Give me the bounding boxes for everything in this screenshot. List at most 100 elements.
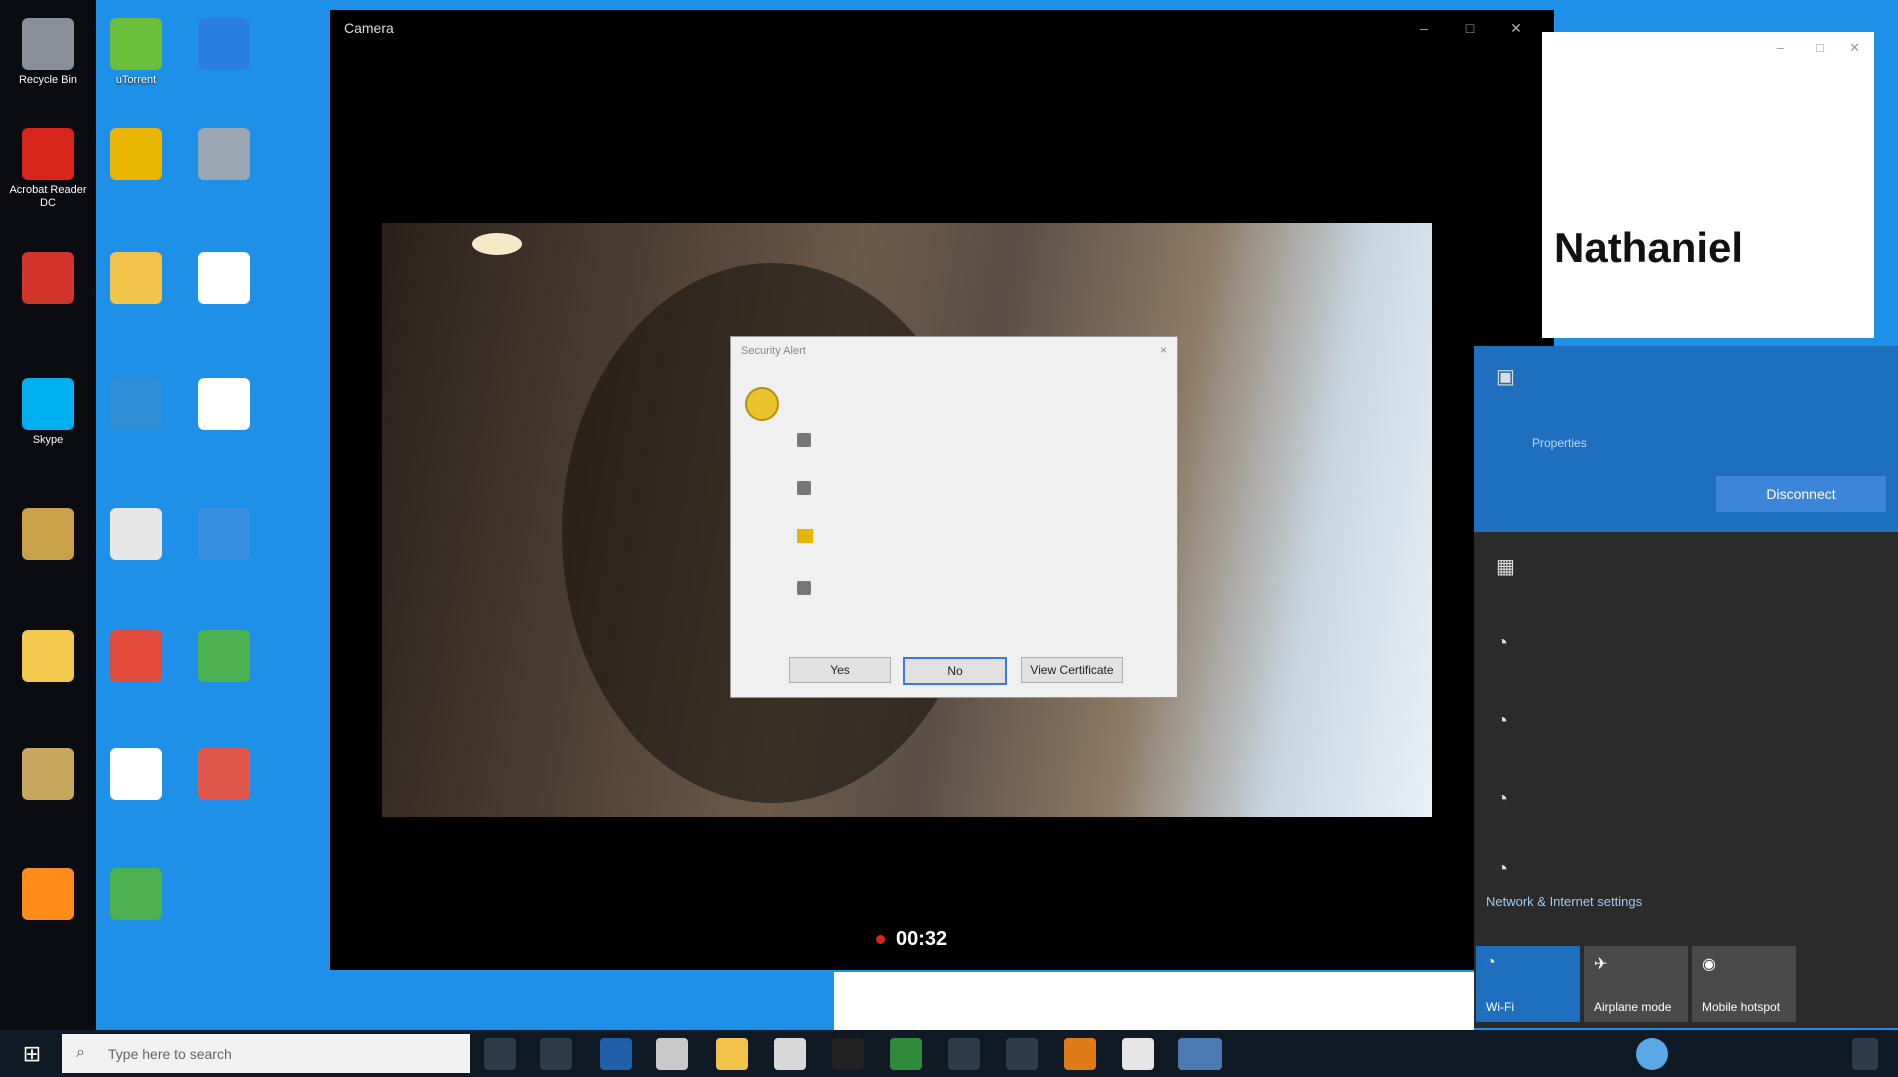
properties-link[interactable]: Properties [1532, 436, 1587, 450]
taskbar-app-icon[interactable] [832, 1038, 864, 1070]
app-icon [198, 128, 250, 180]
yes-button[interactable]: Yes [789, 657, 891, 683]
dialog-close-button[interactable]: × [1160, 343, 1167, 357]
desktop-icon-label: Skype [32, 434, 64, 446]
ceiling-light [472, 233, 522, 255]
close-button[interactable]: ✕ [1506, 18, 1526, 38]
desktop-icon[interactable] [8, 252, 88, 308]
app-icon [110, 748, 162, 800]
desktop-icon[interactable] [96, 748, 176, 804]
info-icon [797, 481, 811, 495]
network-settings-link[interactable]: Network & Internet settings [1486, 894, 1642, 909]
desktop-icon[interactable] [184, 508, 264, 564]
maximize-button[interactable]: □ [1460, 18, 1480, 38]
desktop-icon[interactable]: uTorrent [96, 18, 176, 87]
app-icon [198, 378, 250, 430]
wifi-toggle-tile[interactable]: ◔ Wi-Fi [1476, 946, 1580, 1022]
note-name-text: Nathaniel [1554, 224, 1744, 271]
airplane-mode-tile[interactable]: ✈ Airplane mode [1584, 946, 1688, 1022]
app-icon [22, 630, 74, 682]
app-icon [22, 128, 74, 180]
info-icon [797, 581, 811, 595]
action-center-icon[interactable] [1852, 1038, 1878, 1070]
maximize-button[interactable]: □ [1816, 40, 1824, 55]
mail-icon[interactable] [774, 1038, 806, 1070]
wifi-icon: ◔ [1496, 788, 1509, 810]
no-button[interactable]: No [903, 657, 1007, 685]
close-button[interactable]: ✕ [1849, 40, 1860, 56]
desktop-icon[interactable] [184, 378, 264, 434]
wifi-icon: ◔ [1496, 710, 1509, 732]
recording-timer: 00:32 [896, 928, 948, 950]
minimize-button[interactable]: – [1777, 40, 1784, 55]
desktop-icon[interactable] [8, 508, 88, 564]
desktop-icon[interactable] [8, 748, 88, 804]
task-view-icon[interactable] [484, 1038, 516, 1070]
desktop-icon-label: Acrobat Reader DC [9, 184, 87, 209]
desktop-icon[interactable]: Recycle Bin [8, 18, 88, 87]
active-app-icon[interactable] [1178, 1038, 1222, 1070]
app-icon [110, 508, 162, 560]
airplane-icon: ✈ [1594, 956, 1608, 973]
camera-titlebar: Camera – □ ✕ [330, 10, 1554, 46]
app-icon [110, 868, 162, 920]
network-icon: ▦ [1496, 556, 1515, 578]
warning-icon [797, 529, 813, 543]
taskbar-app-icon[interactable] [948, 1038, 980, 1070]
connected-network[interactable]: ▣ Properties Disconnect [1474, 346, 1898, 532]
desktop-icon[interactable] [184, 128, 264, 184]
wifi-icon: ◔ [1496, 858, 1509, 880]
desktop-icon[interactable] [184, 630, 264, 686]
ethernet-icon: ▣ [1496, 366, 1515, 388]
excel-icon[interactable] [890, 1038, 922, 1070]
network-list-item[interactable]: ◔ [1474, 840, 1898, 890]
hotspot-icon: ◉ [1702, 956, 1716, 973]
desktop-icon-label: Recycle Bin [18, 74, 78, 86]
app-icon [198, 748, 250, 800]
desktop-icon[interactable] [96, 128, 176, 184]
network-list-item[interactable]: ◔ [1474, 770, 1898, 844]
desktop-icon[interactable] [8, 868, 88, 924]
network-list-item[interactable]: ◔ [1474, 614, 1898, 688]
app-icon [110, 18, 162, 70]
app-icon [198, 18, 250, 70]
vlc-icon[interactable] [1064, 1038, 1096, 1070]
view-certificate-button[interactable]: View Certificate [1021, 657, 1123, 683]
desktop-icon[interactable] [8, 630, 88, 686]
desktop-icon-label: uTorrent [115, 74, 157, 86]
minimize-button[interactable]: – [1414, 18, 1434, 38]
desktop-icon[interactable]: Skype [8, 378, 88, 447]
edge-icon[interactable] [600, 1038, 632, 1070]
app-icon [22, 252, 74, 304]
network-list-item[interactable]: ◔ [1474, 692, 1898, 766]
store-icon[interactable] [656, 1038, 688, 1070]
start-button[interactable]: ⊞ [18, 1040, 46, 1068]
desktop-icon[interactable] [184, 252, 264, 308]
camera-icon[interactable] [1122, 1038, 1154, 1070]
desktop-icon[interactable] [96, 252, 176, 308]
taskbar: ⊞ ⌕ Type here to search [0, 1030, 1898, 1077]
network-tray-icon[interactable] [1636, 1038, 1668, 1070]
app-icon [110, 252, 162, 304]
disconnect-button[interactable]: Disconnect [1716, 476, 1886, 512]
mobile-hotspot-tile[interactable]: ◉ Mobile hotspot [1692, 946, 1796, 1022]
desktop-icon[interactable] [96, 508, 176, 564]
app-icon [198, 252, 250, 304]
lock-icon [745, 387, 779, 421]
network-list-item[interactable]: ▦ [1474, 536, 1898, 610]
desktop-icon[interactable] [184, 748, 264, 804]
connected-network-header: ▣ [1474, 346, 1898, 406]
desktop-icon[interactable] [184, 18, 264, 74]
search-input[interactable]: ⌕ Type here to search [62, 1034, 470, 1073]
desktop-icon[interactable] [96, 868, 176, 924]
desktop-icon[interactable] [96, 378, 176, 434]
taskbar-app-icon[interactable] [540, 1038, 572, 1070]
desktop-icon[interactable] [96, 630, 176, 686]
taskbar-app-icon[interactable] [1006, 1038, 1038, 1070]
app-icon [22, 868, 74, 920]
taskbar-thumbnail-preview [834, 972, 1474, 1030]
desktop-icon[interactable]: Acrobat Reader DC [8, 128, 88, 210]
file-explorer-icon[interactable] [716, 1038, 748, 1070]
info-icon [797, 433, 811, 447]
app-icon [22, 748, 74, 800]
